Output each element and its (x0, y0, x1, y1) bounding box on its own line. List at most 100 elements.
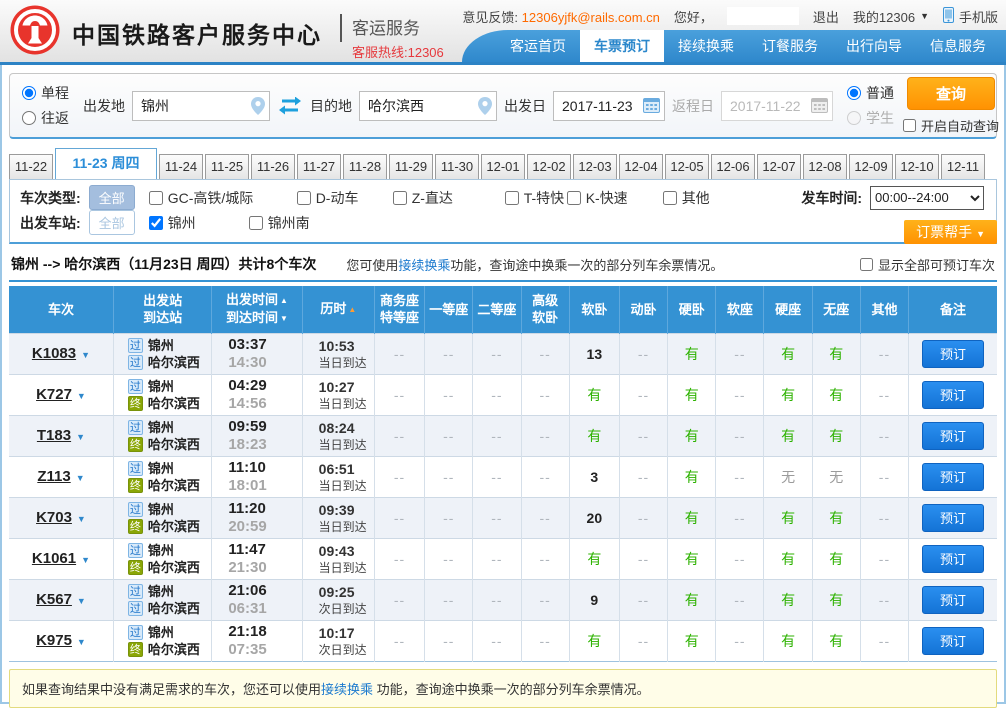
date-tab[interactable]: 12-04 (619, 154, 663, 179)
sort-desc-icon[interactable]: ▼ (280, 314, 288, 323)
calendar-icon[interactable] (643, 97, 660, 118)
station-checkbox[interactable] (148, 215, 163, 230)
book-button[interactable]: 预订 (922, 421, 985, 450)
train-type-option[interactable]: Z-直达 (392, 188, 505, 208)
depart-time-select[interactable]: 00:00--24:00 (870, 185, 984, 210)
nav-item[interactable]: 接续换乘 (664, 30, 748, 62)
nav-item[interactable]: 信息服务 (916, 30, 1000, 62)
date-tab[interactable]: 12-02 (527, 154, 571, 179)
show-all-option[interactable]: 显示全部可预订车次 (859, 255, 995, 274)
station-checkbox[interactable] (248, 215, 263, 230)
date-tab[interactable]: 12-10 (895, 154, 939, 179)
train-type-option[interactable]: 其他 (662, 188, 733, 208)
chevron-down-icon[interactable]: ▼ (81, 350, 90, 360)
chevron-down-icon[interactable]: ▼ (77, 514, 86, 524)
date-tab[interactable]: 11-28 (343, 154, 387, 179)
train-code-link[interactable]: K975 (36, 632, 72, 649)
train-type-checkbox[interactable] (148, 190, 163, 205)
nav-item[interactable]: 订餐服务 (748, 30, 832, 62)
date-tab[interactable]: 11-24 (159, 154, 203, 179)
show-all-checkbox[interactable] (859, 257, 873, 271)
transfer-link[interactable]: 接续换乘 (398, 258, 450, 273)
chevron-down-icon[interactable]: ▼ (76, 432, 85, 442)
train-type-checkbox[interactable] (296, 190, 311, 205)
transfer-link[interactable]: 接续换乘 (321, 682, 373, 697)
train-code-link[interactable]: K1061 (32, 550, 76, 567)
train-type-all-badge[interactable]: 全部 (88, 185, 135, 210)
auto-query-option[interactable]: 开启自动查询 (903, 116, 999, 135)
book-button[interactable]: 预订 (922, 339, 985, 368)
date-tab[interactable]: 11-23 周四 (55, 148, 157, 179)
date-tab[interactable]: 11-22 (9, 154, 53, 179)
date-tab[interactable]: 12-07 (757, 154, 801, 179)
column-header[interactable]: 历时 ▲ (301, 286, 375, 333)
auto-query-checkbox[interactable] (903, 118, 916, 132)
date-tab[interactable]: 12-05 (665, 154, 709, 179)
book-button[interactable]: 预订 (922, 503, 985, 532)
date-tab[interactable]: 12-01 (481, 154, 525, 179)
train-type-option[interactable]: GC-高铁/城际 (148, 188, 297, 208)
nav-item[interactable]: 客运首页 (496, 30, 580, 62)
train-code-link[interactable]: K703 (36, 509, 72, 526)
train-type-checkbox[interactable] (662, 190, 677, 205)
date-tab[interactable]: 12-03 (573, 154, 617, 179)
train-type-checkbox[interactable] (566, 190, 581, 205)
train-type-option[interactable]: T-特快 (504, 188, 567, 208)
date-tab[interactable]: 12-11 (941, 154, 985, 179)
date-tab[interactable]: 12-08 (803, 154, 847, 179)
pin-icon[interactable] (251, 96, 265, 120)
book-button[interactable]: 预订 (922, 585, 985, 614)
my12306-menu[interactable]: 我的12306 ▼ (853, 7, 929, 26)
train-code-link[interactable]: Z113 (37, 468, 70, 485)
nav-item[interactable]: 出行向导 (832, 30, 916, 62)
date-tab[interactable]: 11-26 (251, 154, 295, 179)
train-code-link[interactable]: K1083 (32, 345, 76, 362)
station-all-badge[interactable]: 全部 (88, 210, 135, 235)
chevron-down-icon[interactable]: ▼ (77, 391, 86, 401)
book-button[interactable]: 预订 (922, 462, 985, 491)
roundtrip-radio-input[interactable] (22, 111, 36, 125)
pin-icon[interactable] (478, 96, 492, 120)
swap-icon[interactable] (278, 96, 302, 115)
normal-radio[interactable]: 普通 (847, 83, 894, 103)
nav-item[interactable]: 车票预订 (580, 30, 664, 62)
sort-asc-icon[interactable]: ▲ (280, 296, 288, 305)
date-tab[interactable]: 11-25 (205, 154, 249, 179)
column-header[interactable]: 出发时间 ▲ 到达时间 ▼ (211, 286, 303, 333)
feedback-email-link[interactable]: 12306yjfk@rails.com.cn (522, 10, 660, 25)
station-option[interactable]: 锦州 (148, 213, 249, 233)
date-tab[interactable]: 12-09 (849, 154, 893, 179)
train-code-link[interactable]: K567 (36, 591, 72, 608)
date-tab[interactable]: 11-27 (297, 154, 341, 179)
train-type-checkbox[interactable] (504, 190, 519, 205)
book-button[interactable]: 预订 (922, 380, 985, 409)
roundtrip-radio[interactable]: 往返 (22, 108, 69, 128)
student-radio[interactable]: 学生 (847, 108, 894, 128)
date-tab[interactable]: 11-30 (435, 154, 479, 179)
train-type-option[interactable]: K-快速 (566, 188, 663, 208)
sort-asc-icon[interactable]: ▲ (348, 305, 356, 314)
train-code-link[interactable]: K727 (36, 386, 72, 403)
train-type-option[interactable]: D-动车 (296, 188, 393, 208)
student-radio-input[interactable] (847, 111, 861, 125)
date-tab[interactable]: 12-06 (711, 154, 755, 179)
chevron-down-icon[interactable]: ▼ (81, 555, 90, 565)
mobile-version-link[interactable]: 手机版 (942, 6, 998, 26)
date-tab[interactable]: 11-29 (389, 154, 433, 179)
to-city-input[interactable] (359, 90, 497, 121)
chevron-down-icon[interactable]: ▼ (77, 637, 86, 647)
chevron-down-icon[interactable]: ▼ (76, 473, 85, 483)
booking-helper-button[interactable]: 订票帮手 ▼ (904, 220, 997, 244)
train-type-checkbox[interactable] (392, 190, 407, 205)
normal-radio-input[interactable] (847, 86, 861, 100)
query-button[interactable]: 查询 (907, 76, 995, 110)
station-option[interactable]: 锦州南 (248, 213, 349, 233)
train-code-link[interactable]: T183 (37, 427, 71, 444)
oneway-radio-input[interactable] (22, 86, 36, 100)
from-city-input[interactable] (132, 90, 270, 121)
logout-link[interactable]: 退出 (813, 7, 839, 26)
chevron-down-icon[interactable]: ▼ (77, 596, 86, 606)
book-button[interactable]: 预订 (922, 544, 985, 573)
oneway-radio[interactable]: 单程 (22, 83, 69, 103)
book-button[interactable]: 预订 (922, 626, 985, 655)
